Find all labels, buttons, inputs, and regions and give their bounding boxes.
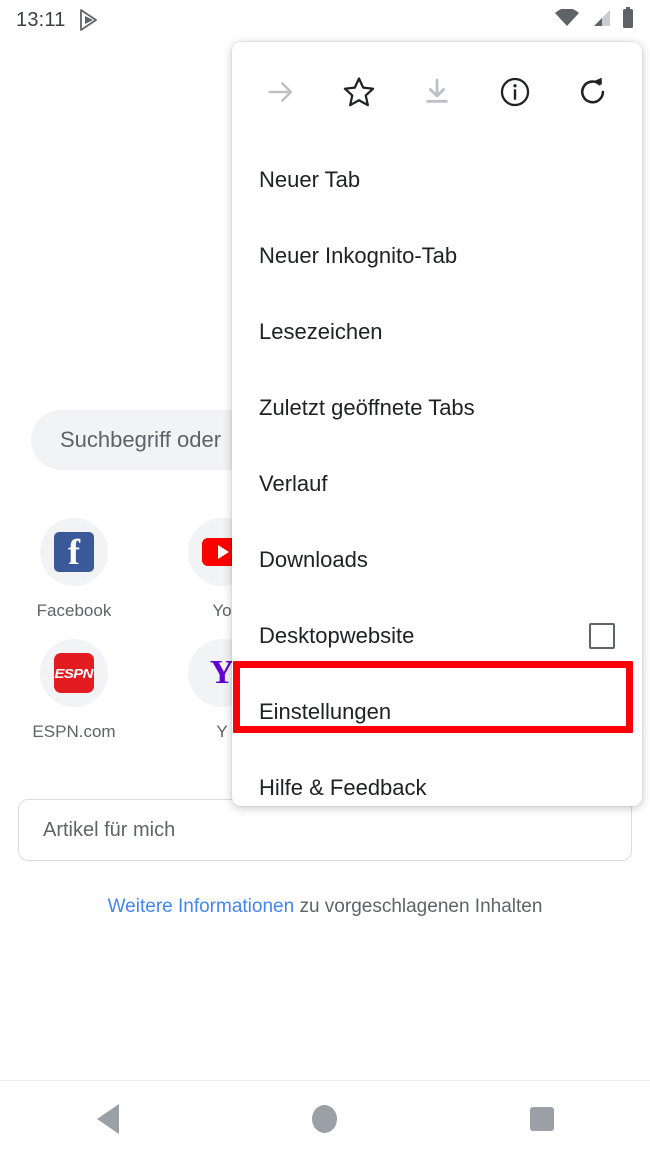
reload-icon[interactable] bbox=[566, 65, 620, 119]
cellular-signal-icon bbox=[590, 9, 611, 32]
shortcut-espn[interactable]: ESPN ESPN.com bbox=[0, 639, 148, 742]
menu-item-neuer-tab[interactable]: Neuer Tab bbox=[232, 142, 642, 218]
menu-item-label: Lesezeichen bbox=[259, 319, 383, 344]
download-icon[interactable] bbox=[410, 65, 464, 119]
shortcut-label: Y bbox=[216, 722, 228, 741]
android-navigation-bar bbox=[0, 1080, 650, 1156]
shortcut-label: Facebook bbox=[36, 601, 112, 620]
play-store-icon bbox=[79, 9, 100, 31]
status-bar: 13:11 bbox=[0, 0, 650, 40]
article-card-label: Artikel für mich bbox=[43, 818, 176, 841]
home-button[interactable] bbox=[280, 1081, 370, 1156]
menu-item-label: Neuer Tab bbox=[259, 167, 361, 192]
suggested-content-note: Weitere Informationen zu vorgeschlagenen… bbox=[0, 896, 650, 918]
menu-item-verlauf[interactable]: Verlauf bbox=[232, 446, 642, 522]
menu-item-label: Neuer Inkognito-Tab bbox=[259, 243, 458, 268]
menu-item-neuer-inkognito-tab[interactable]: Neuer Inkognito-Tab bbox=[232, 218, 642, 294]
article-card[interactable]: Artikel für mich bbox=[18, 799, 632, 861]
menu-item-zuletzt-geoeffnete-tabs[interactable]: Zuletzt geöffnete Tabs bbox=[232, 370, 642, 446]
shortcut-label: ESPN.com bbox=[32, 722, 116, 741]
facebook-icon: f bbox=[40, 518, 108, 586]
more-information-link[interactable]: Weitere Informationen bbox=[108, 896, 295, 917]
back-icon bbox=[97, 1103, 120, 1134]
desktop-site-checkbox[interactable] bbox=[589, 623, 615, 649]
menu-item-einstellungen[interactable]: Einstellungen bbox=[232, 674, 642, 750]
home-icon bbox=[312, 1104, 338, 1133]
bookmark-star-icon[interactable] bbox=[332, 65, 386, 119]
chrome-overflow-menu: Neuer Tab Neuer Inkognito-Tab Lesezeiche… bbox=[232, 42, 642, 806]
menu-item-lesezeichen[interactable]: Lesezeichen bbox=[232, 294, 642, 370]
menu-item-downloads[interactable]: Downloads bbox=[232, 522, 642, 598]
recent-apps-icon bbox=[529, 1106, 554, 1131]
menu-icon-row bbox=[232, 42, 642, 142]
forward-arrow-icon[interactable] bbox=[254, 65, 308, 119]
shortcut-facebook[interactable]: f Facebook bbox=[0, 518, 148, 621]
menu-item-hilfe-feedback[interactable]: Hilfe & Feedback bbox=[232, 750, 642, 806]
menu-item-label: Downloads bbox=[259, 547, 368, 572]
menu-item-desktopwebsite[interactable]: Desktopwebsite bbox=[232, 598, 642, 674]
wifi-icon bbox=[555, 7, 579, 32]
menu-item-label: Zuletzt geöffnete Tabs bbox=[259, 395, 475, 420]
recent-apps-button[interactable] bbox=[497, 1081, 587, 1156]
search-placeholder: Suchbegriff oder bbox=[60, 427, 222, 452]
menu-item-label: Einstellungen bbox=[259, 699, 392, 724]
suggested-content-text: zu vorgeschlagenen Inhalten bbox=[294, 896, 543, 917]
phone-screen: 13:11 Suchbegriff oder f Facebook Yo ESP… bbox=[0, 0, 650, 1156]
back-button[interactable] bbox=[63, 1081, 153, 1156]
shortcut-label: Yo bbox=[212, 601, 232, 620]
page-info-icon[interactable] bbox=[488, 65, 542, 119]
menu-item-label: Desktopwebsite bbox=[259, 623, 415, 648]
battery-full-icon bbox=[622, 7, 634, 33]
espn-icon: ESPN bbox=[40, 639, 108, 707]
status-icons bbox=[555, 7, 634, 33]
menu-item-label: Verlauf bbox=[259, 471, 328, 496]
menu-item-label: Hilfe & Feedback bbox=[259, 775, 427, 800]
status-time: 13:11 bbox=[16, 8, 66, 31]
